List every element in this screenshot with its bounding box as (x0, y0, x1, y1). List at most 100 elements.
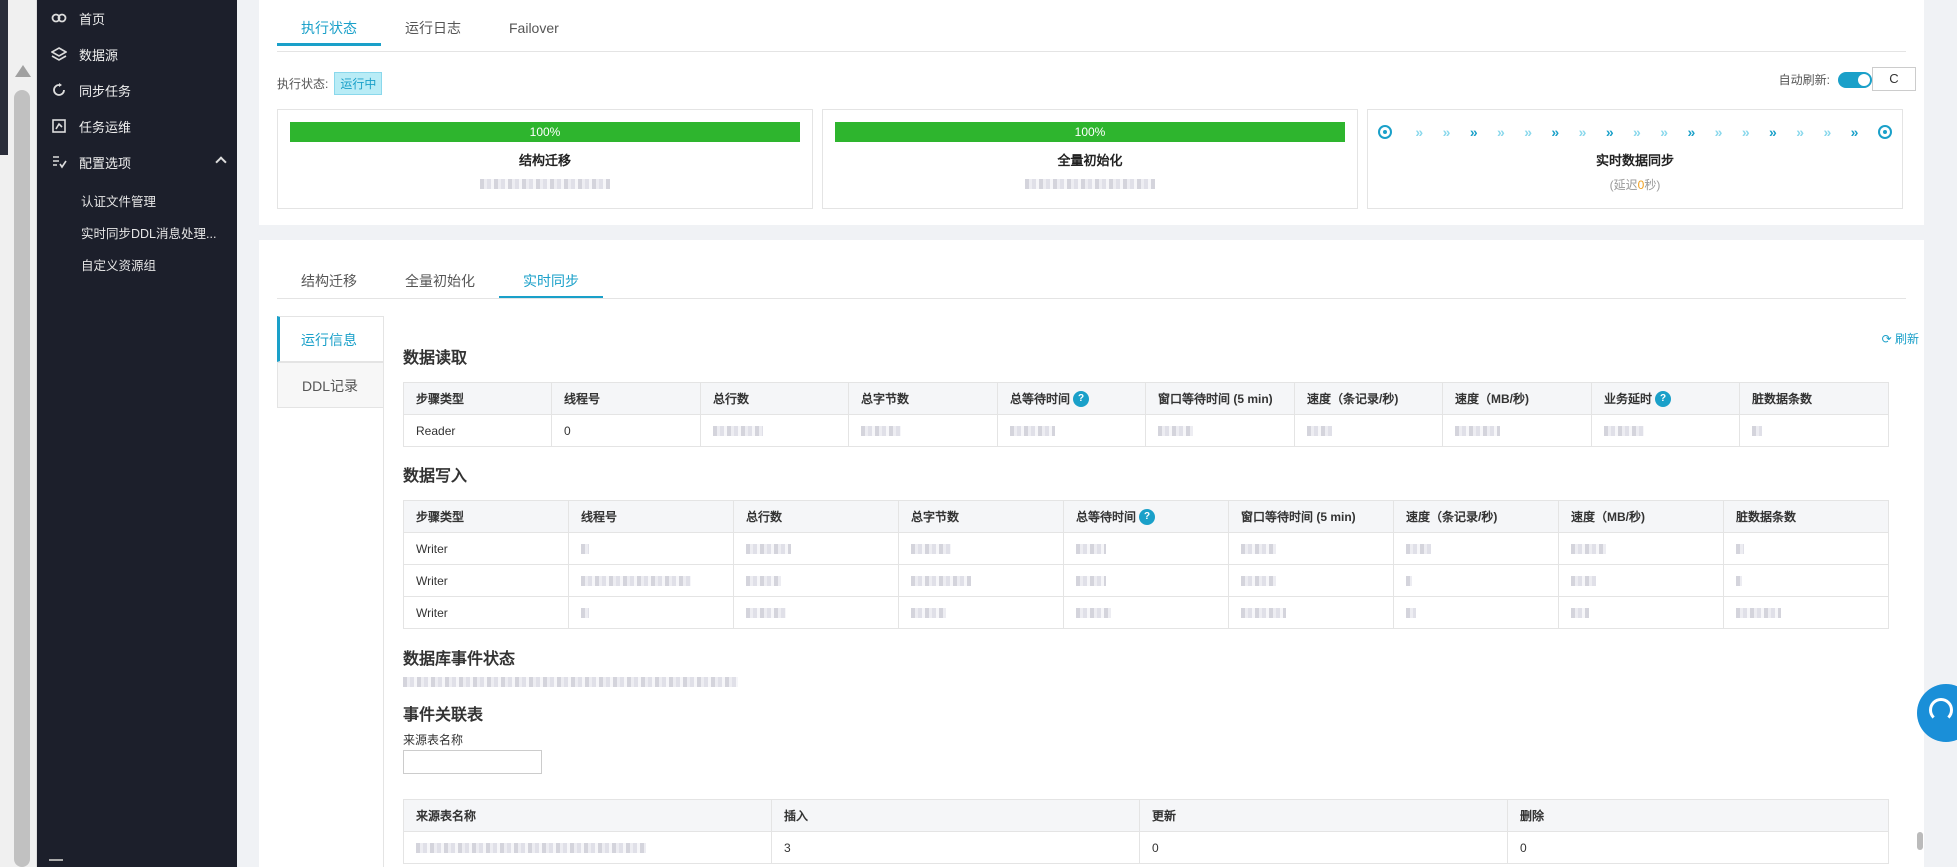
sidebar-item-home[interactable]: 首页 (37, 3, 237, 33)
col-thread: 线程号 (568, 500, 734, 533)
cell-blurred (403, 831, 772, 864)
sidebar-item-label: 任务运维 (79, 119, 132, 135)
scrollbar-thumb[interactable] (14, 90, 30, 867)
tab-structure-migration[interactable]: 结构迁移 (277, 267, 381, 299)
cell-step-type: Writer (403, 532, 569, 565)
cell-blurred (1294, 414, 1443, 447)
side-tabs: 运行信息 DDL记录 (277, 316, 383, 408)
col-label: 总等待时间 (1076, 509, 1137, 524)
step-title: 实时数据同步 (1595, 153, 1674, 168)
col-label: 总等待时间 (1010, 391, 1071, 406)
tab-exec-status[interactable]: 执行状态 (277, 14, 381, 46)
blurred-text (1406, 544, 1431, 555)
top-tabs: 执行状态 运行日志 Failover (277, 14, 583, 46)
filter-label: 来源表名称 (403, 733, 464, 747)
cell-blurred (1723, 532, 1889, 565)
step-delay: (延迟0秒) (1368, 176, 1902, 193)
col-biz-delay: 业务延时? (1591, 382, 1740, 415)
sidebar-subitem-ddl-handling[interactable]: 实时同步DDL消息处理... (81, 223, 216, 242)
cell-blurred (1558, 596, 1724, 629)
tab-realtime-sync[interactable]: 实时同步 (499, 267, 603, 299)
left-scrollbar[interactable] (0, 0, 37, 867)
cell-blurred (848, 414, 998, 447)
col-total-bytes: 总字节数 (898, 500, 1064, 533)
window-edge (0, 0, 8, 155)
blurred-text (1752, 426, 1762, 437)
cell-blurred (568, 564, 734, 597)
tab-run-log[interactable]: 运行日志 (381, 14, 485, 46)
help-icon[interactable]: ? (1073, 391, 1090, 408)
progress-bar: 100% (835, 122, 1345, 142)
cell-blurred (1739, 414, 1889, 447)
blurred-text (1406, 608, 1416, 619)
sidebar-subitem-auth-files[interactable]: 认证文件管理 (81, 191, 156, 210)
cell-blurred (1063, 564, 1229, 597)
event-table-title: 事件关联表 (403, 707, 484, 724)
tab-full-init[interactable]: 全量初始化 (381, 267, 499, 299)
sync-icon (51, 82, 67, 98)
scroll-up-arrow-icon[interactable] (15, 65, 31, 77)
sidebar-subitem-resource-group[interactable]: 自定义资源组 (81, 255, 156, 274)
blurred-text (1158, 426, 1193, 437)
event-table: 来源表名称 插入 更新 删除 3 0 0 (403, 799, 1889, 864)
source-table-filter-input[interactable] (403, 750, 542, 774)
blurred-text (581, 576, 691, 587)
auto-refresh: 自动刷新: (1779, 71, 1872, 88)
layers-icon (50, 46, 68, 62)
progress-bar: 100% (290, 122, 800, 142)
home-icon (51, 10, 67, 26)
table-row: Writer (403, 596, 1889, 629)
col-speed-mb: 速度（MB/秒) (1442, 382, 1592, 415)
refresh-button[interactable]: C (1872, 67, 1916, 91)
side-tab-ddl-records[interactable]: DDL记录 (277, 362, 383, 408)
cell-blurred (1558, 532, 1724, 565)
target-dot-icon (1877, 125, 1892, 139)
menu-collapse-icon[interactable] (49, 859, 63, 861)
col-speed-records: 速度（条记录/秒) (1294, 382, 1443, 415)
blurred-text (1736, 544, 1744, 555)
blurred-text (911, 608, 946, 619)
table-scrollbar[interactable] (1917, 832, 1923, 850)
col-total-wait: 总等待时间? (997, 382, 1146, 415)
cell-blurred (733, 596, 899, 629)
blurred-text (746, 544, 791, 555)
db-event-title: 数据库事件状态 (403, 651, 516, 668)
exec-status-row: 执行状态: 运行中 (277, 72, 383, 95)
sidebar-item-config[interactable]: 配置选项 (37, 147, 237, 177)
detail-tabs: 结构迁移 全量初始化 实时同步 (277, 267, 603, 299)
col-total-wait: 总等待时间? (1063, 500, 1229, 533)
refresh-link[interactable]: ⟳ 刷新 (1882, 330, 1919, 347)
help-icon[interactable]: ? (1139, 509, 1156, 526)
step-realtime-sync: »»»»»»»»»»»»»»»»» 实时数据同步 (延迟0秒) (1367, 109, 1903, 209)
chevron-up-icon[interactable] (215, 156, 227, 168)
side-tab-run-info[interactable]: 运行信息 (277, 316, 383, 362)
blurred-text (416, 843, 646, 854)
sidebar-item-datasource[interactable]: 数据源 (37, 39, 237, 69)
step-structure-migration: 100% 结构迁移 (277, 109, 813, 209)
col-window-wait: 窗口等待时间 (5 min) (1145, 382, 1295, 415)
sidebar-item-task-ops[interactable]: 任务运维 (37, 111, 237, 141)
col-label: 业务延时 (1604, 391, 1653, 406)
source-dot-icon (1378, 125, 1392, 139)
table-header-row: 来源表名称 插入 更新 删除 (403, 799, 1889, 832)
cell-insert: 3 (771, 831, 1140, 864)
col-total-bytes: 总字节数 (848, 382, 998, 415)
cell-blurred (997, 414, 1146, 447)
table-row: Writer (403, 532, 1889, 565)
blurred-text (480, 178, 610, 189)
blurred-text (1736, 576, 1742, 587)
detail-tabs-divider (277, 298, 1906, 299)
tab-failover[interactable]: Failover (485, 14, 583, 46)
cell-step-type: Writer (403, 596, 569, 629)
cell-blurred (1591, 414, 1740, 447)
sidebar-item-sync-tasks[interactable]: 同步任务 (37, 75, 237, 105)
blurred-text (911, 576, 971, 587)
cell-blurred (733, 532, 899, 565)
auto-refresh-toggle[interactable] (1838, 71, 1872, 88)
sidebar-item-label: 配置选项 (79, 155, 132, 171)
help-icon[interactable]: ? (1655, 391, 1672, 408)
blurred-text (1455, 426, 1500, 437)
blurred-text (1736, 608, 1781, 619)
table-row: Reader 0 (403, 414, 1889, 447)
col-insert: 插入 (771, 799, 1140, 832)
